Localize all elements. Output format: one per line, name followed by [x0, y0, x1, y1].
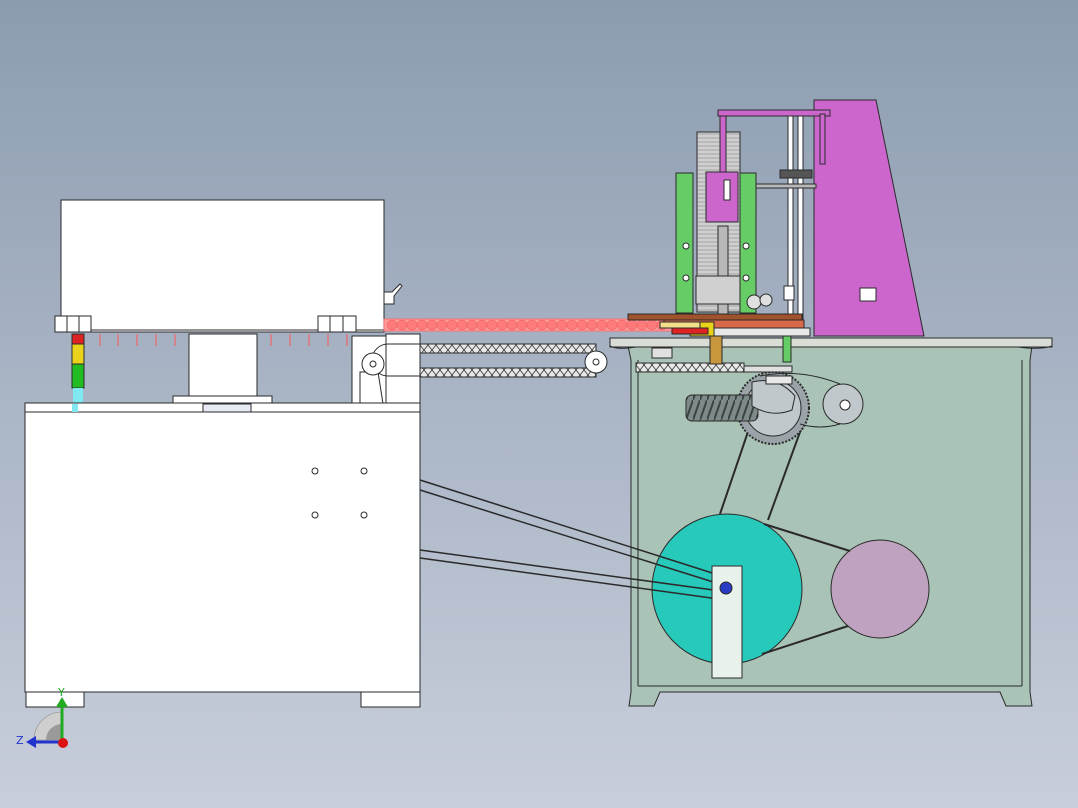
- left-foot-left: [25, 691, 85, 708]
- guide-bolt: [742, 274, 750, 282]
- guide-bolt: [682, 242, 690, 250]
- cabinet-bolt: [360, 511, 368, 519]
- guide-bolt: [682, 274, 690, 282]
- green-shaft: [782, 335, 792, 363]
- magenta-frame-window: [859, 287, 877, 302]
- brown-feed-bar: [627, 313, 803, 321]
- cabinet-lid-panel: [202, 403, 252, 413]
- magenta-slider[interactable]: [705, 171, 739, 223]
- plunger-block: [695, 275, 741, 305]
- green-guide-right: [739, 172, 757, 314]
- left-hood-housing[interactable]: [60, 199, 385, 333]
- chain-bottom-run: [419, 367, 597, 378]
- cyan-light-beam: [72, 404, 78, 412]
- axis-origin-icon: [58, 738, 68, 748]
- cad-viewport[interactable]: Y Z: [0, 0, 1078, 808]
- magenta-hanger: [719, 115, 727, 179]
- cabinet-bolt: [311, 511, 319, 519]
- hood-clamp-right: [317, 315, 357, 333]
- hood-clamp-left: [54, 315, 92, 333]
- rail-coupler: [779, 169, 813, 179]
- guide-bolt: [742, 242, 750, 250]
- hood-support-base: [172, 395, 273, 404]
- chain-top-run: [419, 343, 597, 354]
- hood-support-column: [188, 333, 258, 399]
- sprocket-left[interactable]: [361, 352, 385, 376]
- z-axis-label: Z: [16, 734, 24, 747]
- latch-knob: [746, 294, 762, 310]
- brown-shaft: [709, 335, 723, 365]
- cabinet-bolt: [311, 467, 319, 475]
- red-plate: [671, 327, 709, 335]
- cam-slider: [765, 375, 793, 385]
- sprocket-right[interactable]: [584, 350, 608, 374]
- worm-shaft[interactable]: [685, 394, 759, 422]
- vertical-rail: [787, 115, 794, 337]
- pale-plate: [659, 321, 701, 329]
- signal-tower[interactable]: [71, 333, 85, 408]
- product-conveyor[interactable]: [383, 318, 675, 332]
- right-cabinet-top: [609, 337, 1053, 348]
- vertical-rail: [797, 115, 804, 337]
- cabinet-bolt: [360, 467, 368, 475]
- cabinet-gear-rack-upper: [743, 365, 793, 373]
- crossbar: [755, 183, 817, 189]
- cabinet-gear-rack: [635, 362, 745, 373]
- crank-pin[interactable]: [719, 581, 733, 595]
- latch-knob: [759, 293, 773, 307]
- magenta-link: [819, 113, 826, 165]
- idler-pulley-center: [839, 399, 851, 411]
- motor-pulley[interactable]: [830, 539, 930, 639]
- gray-block: [651, 347, 673, 359]
- y-axis-label: Y: [57, 686, 65, 699]
- left-foot-right: [360, 691, 421, 708]
- table-plate: [713, 327, 811, 337]
- magenta-slider-slot: [723, 179, 731, 201]
- small-latch: [783, 285, 795, 301]
- magenta-arm: [717, 109, 831, 117]
- left-cabinet[interactable]: [24, 411, 421, 693]
